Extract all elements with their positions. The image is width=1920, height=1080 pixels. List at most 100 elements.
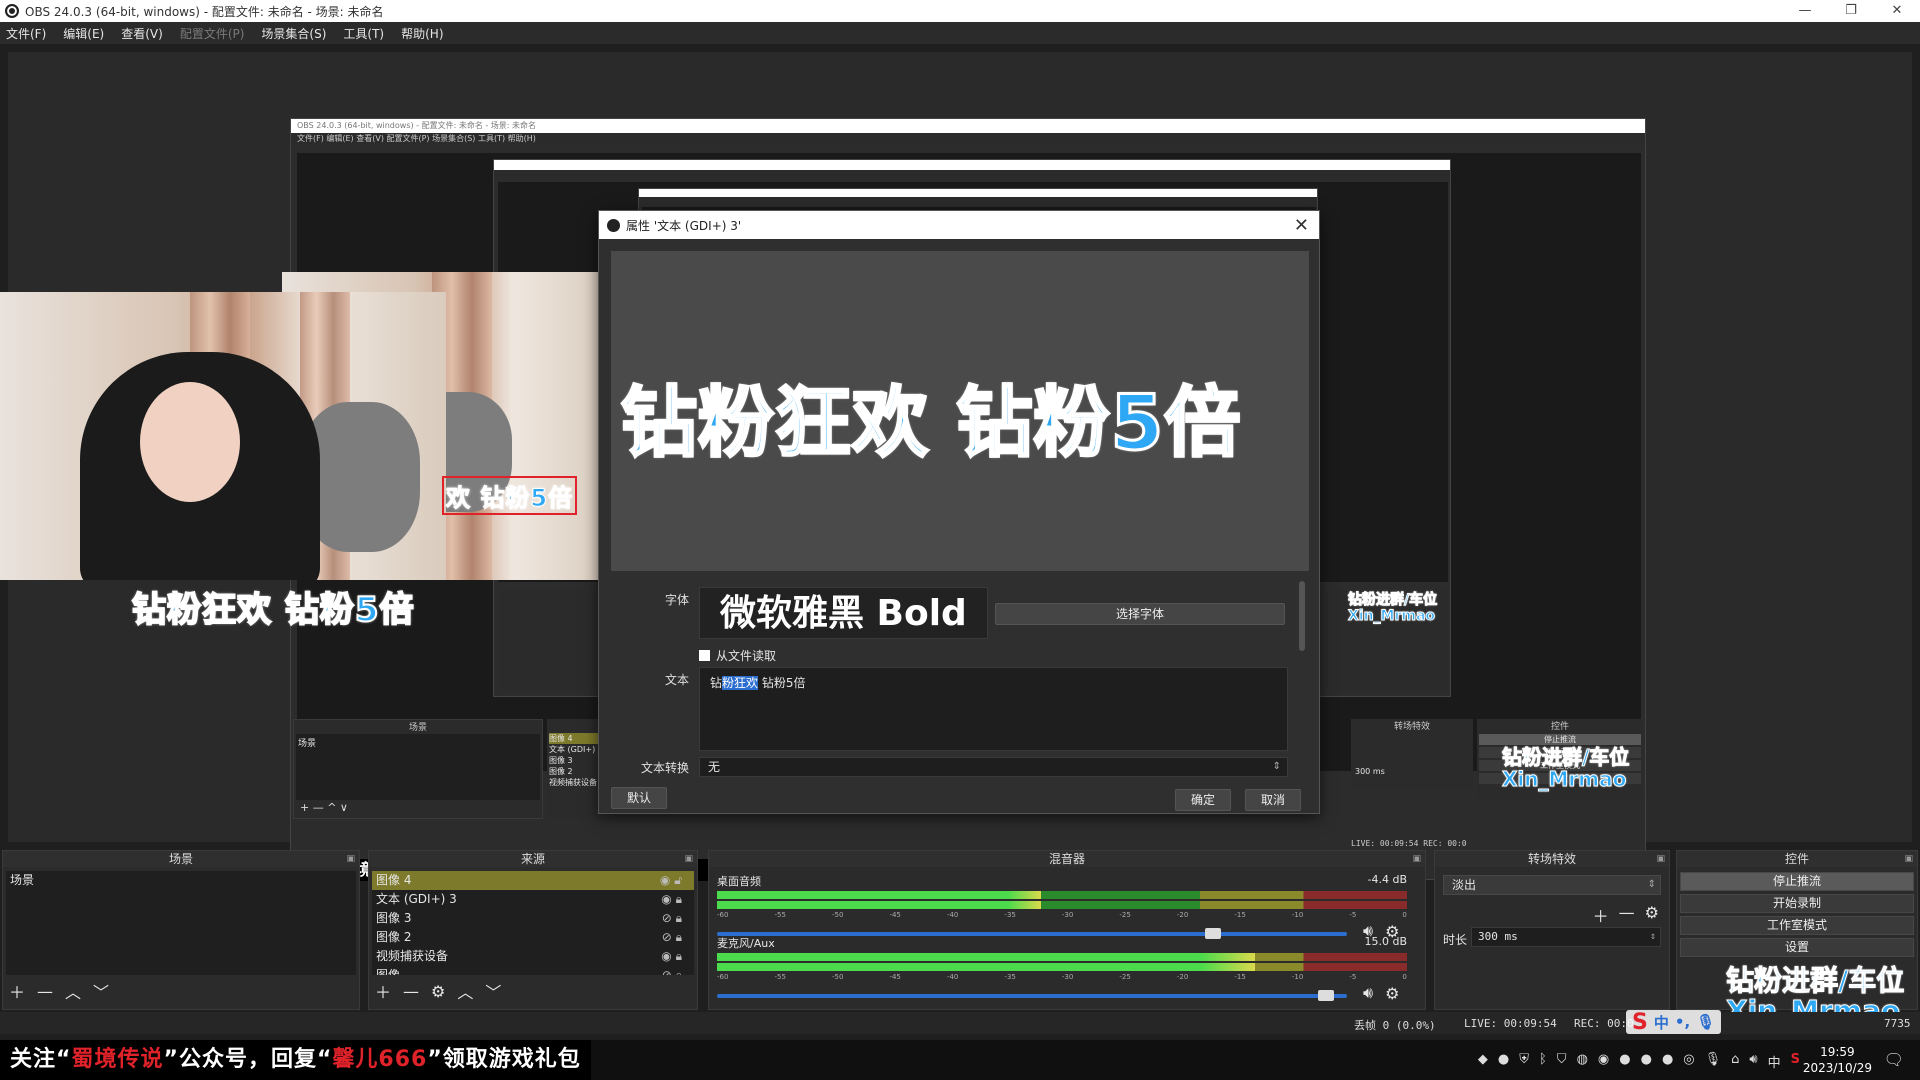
checkbox-icon[interactable] [699, 650, 710, 661]
app-icon[interactable]: ● [1619, 1052, 1630, 1071]
choose-font-button[interactable]: 选择字体 [995, 603, 1285, 625]
from-file-checkbox[interactable]: 从文件读取 [699, 647, 776, 664]
volume-knob[interactable] [1318, 990, 1335, 1001]
menu-edit[interactable]: 编辑(E) [63, 25, 104, 42]
dialog-close-icon[interactable]: ✕ [1294, 215, 1309, 236]
ime-toolbar[interactable]: S 中 •, 🎙︎ [1626, 1010, 1722, 1035]
menu-view[interactable]: 查看(V) [121, 25, 163, 42]
meter-tick-label: 0 [1402, 973, 1407, 981]
scene-item[interactable]: 场景 [6, 871, 356, 890]
speaker-icon[interactable]: 🔊︎ [1363, 983, 1373, 1003]
spinner-icon[interactable]: ⇕ [1650, 928, 1656, 946]
source-item[interactable]: 图像 ⊘ 🔒︎ [372, 966, 694, 975]
app-icon[interactable]: ● [1498, 1052, 1509, 1071]
eye-icon[interactable]: ◉ [660, 873, 670, 887]
app-icon[interactable]: ● [1662, 1052, 1673, 1071]
app-icon[interactable]: ● [1641, 1052, 1652, 1071]
ok-button[interactable]: 确定 [1175, 789, 1231, 811]
move-up-icon[interactable]: ︿ [457, 979, 473, 1003]
close-button[interactable]: ✕ [1874, 0, 1920, 22]
add-icon[interactable]: ＋ [9, 979, 25, 1003]
restore-button[interactable]: ❐ [1828, 0, 1874, 22]
transition-select[interactable]: 淡出 ⇕ [1443, 875, 1661, 895]
remove-icon[interactable]: — [1619, 903, 1635, 927]
dialog-preview: 钻粉狂欢 钻粉5倍 [611, 251, 1309, 571]
source-item[interactable]: 视频捕获设备 ◉ 🔒︎ [372, 947, 694, 966]
eye-hidden-icon[interactable]: ⊘ [662, 911, 672, 925]
security-icon[interactable]: ⛉ [1557, 1052, 1567, 1071]
ime-tray[interactable]: 中 [1768, 1052, 1781, 1071]
nested-transitions-dock: 转场特效 300 ms [1351, 719, 1473, 789]
chrome-icon[interactable]: ◍ [1577, 1052, 1588, 1071]
eye-hidden-icon[interactable]: ⊘ [662, 968, 672, 975]
add-icon[interactable]: ＋ [375, 979, 391, 1003]
gear-icon[interactable]: ⚙ [431, 982, 445, 1001]
ime-punct[interactable]: •, [1675, 1013, 1690, 1031]
studio-mode-button[interactable]: 工作室模式 [1680, 916, 1914, 935]
nested-watermark: 钻粉进群/车位 Xin_Mrmao [1347, 592, 1438, 625]
obs-tray-icon[interactable]: ◉ [1598, 1052, 1609, 1071]
float-icon[interactable]: ▣ [1656, 851, 1665, 867]
source-item[interactable]: 图像 4 ◉ 🔓︎ [372, 871, 694, 890]
gear-icon[interactable]: ⚙ [1645, 903, 1659, 927]
title-bar: OBS 24.0.3 (64-bit, windows) - 配置文件: 未命名… [0, 0, 1920, 22]
minimize-button[interactable]: — [1782, 0, 1828, 22]
network-icon[interactable]: ⌂ [1731, 1052, 1739, 1071]
remove-icon[interactable]: — [37, 982, 53, 1001]
eye-icon[interactable]: ◉ [661, 892, 671, 906]
menu-tools[interactable]: 工具(T) [343, 25, 384, 42]
microphone-icon[interactable]: 🎙︎ [1705, 1052, 1722, 1071]
eye-hidden-icon[interactable]: ⊘ [662, 930, 672, 944]
overlay-text-selected[interactable]: 欢 钻粉5倍 [442, 476, 578, 515]
text-input[interactable]: 钻粉狂欢 钻粉5倍 [699, 667, 1288, 751]
clock[interactable]: 19:59 2023/10/29 [1803, 1044, 1872, 1076]
nvidia-icon[interactable]: ◆ [1478, 1052, 1488, 1071]
lock-icon[interactable]: 🔒︎ [676, 949, 682, 963]
sources-list[interactable]: 图像 4 ◉ 🔓︎ 文本 (GDI+) 3 ◉ 🔒︎ 图像 3 ⊘ 🔒︎ 图像 2 ⊘ … [372, 871, 694, 975]
gear-icon[interactable]: ⚙ [1385, 984, 1399, 1003]
menu-file[interactable]: 文件(F) [6, 25, 46, 42]
steam-icon[interactable]: ◎ [1683, 1052, 1694, 1071]
volume-slider[interactable] [717, 990, 1347, 1001]
settings-button[interactable]: 设置 [1680, 938, 1914, 957]
start-recording-button[interactable]: 开始录制 [1680, 894, 1914, 913]
add-icon[interactable]: ＋ [1593, 903, 1609, 927]
float-icon[interactable]: ▣ [346, 851, 355, 867]
scenes-list[interactable]: 场景 [6, 871, 356, 975]
source-item[interactable]: 图像 3 ⊘ 🔒︎ [372, 909, 694, 928]
shield-icon[interactable]: ⛨ [1519, 1052, 1529, 1071]
microphone-icon[interactable]: 🎙︎ [1696, 1013, 1715, 1031]
lock-icon[interactable]: 🔓︎ [674, 873, 682, 887]
transform-select[interactable]: 无 ⇕ [699, 757, 1288, 777]
audio-meter [717, 963, 1407, 971]
lock-icon[interactable]: 🔒︎ [676, 892, 682, 906]
meter-tick-label: -40 [946, 911, 959, 919]
ime-lang[interactable]: 中 [1654, 1012, 1669, 1033]
bluetooth-icon[interactable]: ᛒ [1539, 1052, 1547, 1071]
notification-icon[interactable]: 🗨︎ [1884, 1050, 1904, 1069]
lock-icon[interactable]: 🔒︎ [676, 968, 682, 975]
menu-scene-collection[interactable]: 场景集合(S) [261, 25, 326, 42]
mixer-header: 混音器 ▣ [709, 851, 1425, 867]
source-item[interactable]: 图像 2 ⊘ 🔒︎ [372, 928, 694, 947]
move-down-icon[interactable]: ﹀ [485, 979, 501, 1003]
cancel-button[interactable]: 取消 [1245, 789, 1301, 811]
float-icon[interactable]: ▣ [1412, 851, 1421, 867]
eye-icon[interactable]: ◉ [661, 949, 671, 963]
volume-icon[interactable]: 🔊︎ [1749, 1052, 1757, 1071]
stop-streaming-button[interactable]: 停止推流 [1680, 872, 1914, 891]
duration-input[interactable]: 300 ms ⇕ [1471, 927, 1661, 947]
source-item[interactable]: 文本 (GDI+) 3 ◉ 🔒︎ [372, 890, 694, 909]
move-up-icon[interactable]: ︿ [65, 979, 81, 1003]
text-label: 文本 [664, 673, 689, 687]
move-down-icon[interactable]: ﹀ [93, 979, 109, 1003]
defaults-button[interactable]: 默认 [611, 787, 667, 809]
remove-icon[interactable]: — [403, 982, 419, 1001]
lock-icon[interactable]: 🔒︎ [676, 930, 682, 944]
lock-icon[interactable]: 🔒︎ [676, 911, 682, 925]
dialog-scrollbar[interactable] [1299, 581, 1305, 651]
float-icon[interactable]: ▣ [1904, 851, 1913, 867]
menu-help[interactable]: 帮助(H) [401, 25, 443, 42]
float-icon[interactable]: ▣ [684, 851, 693, 867]
sogou-tray-icon[interactable]: S [1791, 1052, 1800, 1071]
